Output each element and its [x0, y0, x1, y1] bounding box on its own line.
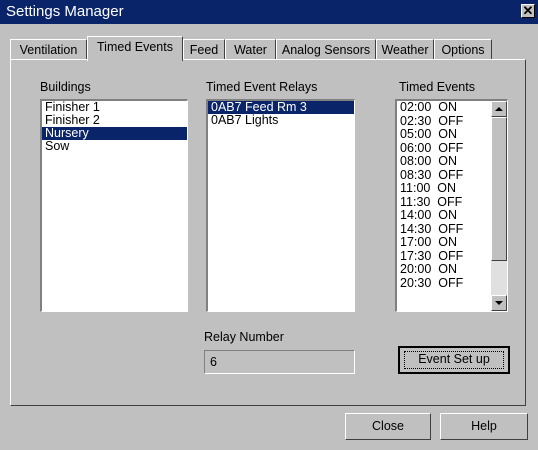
event-setup-button[interactable]: Event Set up [398, 346, 510, 374]
close-label: Close [372, 419, 404, 433]
timed-events-listbox[interactable]: 02:00 ON 02:30 OFF 05:00 ON 06:00 OFF 08… [395, 99, 508, 312]
scroll-down-icon[interactable] [491, 295, 507, 311]
relays-label: Timed Event Relays [206, 80, 318, 94]
buildings-listbox[interactable]: Finisher 1 Finisher 2 Nursery Sow [40, 99, 188, 312]
tab-ventilation[interactable]: Ventilation [10, 39, 87, 60]
list-item[interactable]: 06:00 OFF [397, 141, 489, 156]
buildings-label: Buildings [40, 80, 91, 94]
relay-number-field[interactable]: 6 [204, 350, 355, 374]
help-label: Help [471, 419, 497, 433]
scroll-up-icon[interactable] [491, 101, 507, 117]
help-button[interactable]: Help [440, 413, 528, 440]
list-item[interactable]: 11:30 OFF [397, 195, 489, 210]
tab-options[interactable]: Options [434, 39, 492, 60]
list-item[interactable]: 17:00 ON [397, 235, 489, 250]
list-item[interactable]: 11:00 ON [397, 181, 489, 196]
list-item[interactable]: 08:30 OFF [397, 168, 489, 183]
timed-events-list: 02:00 ON 02:30 OFF 05:00 ON 06:00 OFF 08… [397, 101, 489, 290]
list-item[interactable]: Sow [42, 140, 187, 153]
tab-water[interactable]: Water [225, 39, 276, 60]
focus-rect [404, 351, 504, 369]
list-item[interactable]: 14:00 ON [397, 208, 489, 223]
scroll-thumb[interactable] [491, 117, 507, 261]
relays-listbox[interactable]: 0AB7 Feed Rm 3 0AB7 Lights [206, 99, 355, 312]
events-scrollbar[interactable] [491, 101, 507, 311]
settings-manager-window: Settings Manager ✕ Ventilation Timed Eve… [0, 0, 538, 450]
window-title: Settings Manager [6, 3, 124, 20]
list-item[interactable]: 20:00 ON [397, 262, 489, 277]
timed-events-panel: Buildings Finisher 1 Finisher 2 Nursery … [10, 59, 526, 406]
close-icon[interactable]: ✕ [521, 4, 535, 18]
tab-weather[interactable]: Weather [376, 39, 434, 60]
events-label: Timed Events [399, 80, 475, 94]
tab-analog-sensors[interactable]: Analog Sensors [276, 39, 376, 60]
title-bar: Settings Manager ✕ [0, 0, 538, 24]
list-item[interactable]: 02:30 OFF [397, 114, 489, 129]
list-item[interactable]: 14:30 OFF [397, 222, 489, 237]
list-item[interactable]: 05:00 ON [397, 127, 489, 142]
list-item[interactable]: 02:00 ON [397, 101, 489, 115]
close-button[interactable]: Close [345, 413, 431, 440]
list-item[interactable]: 20:30 OFF [397, 276, 489, 291]
tab-timed-events[interactable]: Timed Events [87, 36, 183, 61]
list-item[interactable]: 17:30 OFF [397, 249, 489, 264]
tab-feed[interactable]: Feed [183, 39, 225, 60]
list-item[interactable]: 0AB7 Lights [208, 114, 354, 127]
list-item[interactable]: 08:00 ON [397, 154, 489, 169]
relay-number-label: Relay Number [204, 330, 284, 344]
